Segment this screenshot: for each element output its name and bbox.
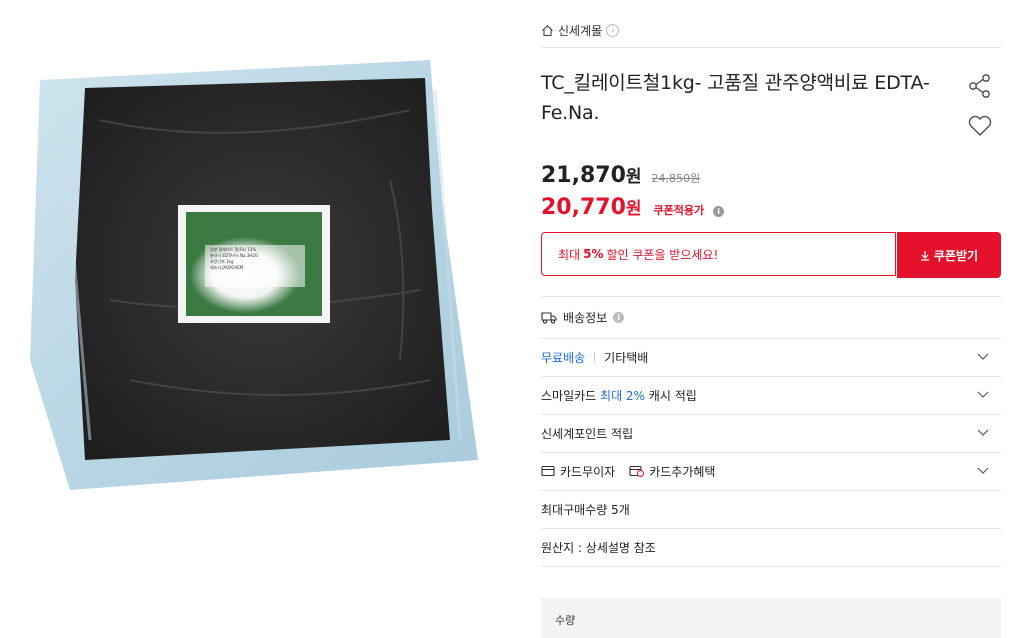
product-label-text: 성분 킬레이트 철(Fe) 13% 분자식 EDTA-Fe.Na.3H2O 포장… <box>210 247 305 271</box>
product-title: TC_킬레이트철1kg- 고품질 관주양액비료 EDTA-Fe.Na. <box>541 72 930 124</box>
truck-icon <box>541 312 557 324</box>
get-coupon-button[interactable]: 쿠폰받기 <box>897 232 1001 278</box>
chevron-down-icon <box>977 429 989 436</box>
share-button[interactable] <box>966 72 994 100</box>
card-icon <box>541 465 555 477</box>
card-extra-label: 카드추가혜택 <box>649 464 716 479</box>
smile-card-row[interactable]: 스마일카드 최대 2% 캐시 적립 <box>541 377 1001 413</box>
origin-label: 원산지 : 상세설명 참조 <box>541 540 656 555</box>
sale-price-unit: 원 <box>625 167 642 187</box>
divider <box>541 47 1001 48</box>
quantity-label: 수량 <box>555 614 576 627</box>
chevron-down-icon <box>977 353 989 360</box>
download-icon <box>920 250 929 261</box>
origin-row: 원산지 : 상세설명 참조 <box>541 529 1001 565</box>
smile-card-suffix: 캐시 적립 <box>648 388 697 403</box>
free-shipping-label: 무료배송 <box>541 350 586 365</box>
label-value: JAOXCHEM <box>222 265 244 270</box>
heart-icon <box>968 115 992 136</box>
coupon-banner-suffix: 할인 쿠폰을 받으세요! <box>606 247 719 262</box>
label-key: 포장단위 <box>210 259 225 264</box>
coupon-banner-prefix: 최대 <box>558 247 581 262</box>
home-icon <box>542 25 553 37</box>
shipping-info: 배송정보 i <box>541 309 625 326</box>
sale-price: 21,870원 24,850원 <box>541 162 700 188</box>
sale-price-value: 21,870 <box>541 163 626 188</box>
coupon-price-value: 20,770 <box>541 195 626 220</box>
quantity-section: 수량 <box>541 598 1001 638</box>
max-purchase-row: 최대구매수량 5개 <box>541 491 1001 527</box>
label-key: 성분 <box>210 247 218 252</box>
store-link[interactable]: 신세계몰 › <box>541 22 620 39</box>
chevron-down-icon <box>977 391 989 398</box>
wishlist-button[interactable] <box>966 112 994 140</box>
label-key: 제조사 <box>210 265 222 270</box>
coupon-price: 20,770원 쿠폰적용가 i <box>541 194 725 220</box>
card-benefit-row[interactable]: 카드무이자 카드추가혜택 <box>541 453 1001 489</box>
max-purchase-label: 최대구매수량 5개 <box>541 502 630 517</box>
card-installment-label: 카드무이자 <box>560 464 616 479</box>
info-icon[interactable]: i <box>613 312 625 323</box>
ssg-point-row[interactable]: 신세계포인트 적립 <box>541 415 1001 451</box>
ssg-point-label: 신세계포인트 적립 <box>541 426 634 441</box>
separator <box>594 351 596 363</box>
label-value: 1kg <box>226 259 234 264</box>
chevron-right-circle-icon: › <box>606 24 620 37</box>
card-plus-icon <box>629 465 645 477</box>
original-price: 24,850원 <box>651 172 701 185</box>
share-icon <box>969 74 990 98</box>
product-image[interactable]: 성분 킬레이트 철(Fe) 13% 분자식 EDTA-Fe.Na.3H2O 포장… <box>30 60 480 490</box>
label-value: EDTA-Fe.Na.3H2O <box>222 253 258 258</box>
courier-label: 기타택배 <box>604 350 649 365</box>
divider <box>541 296 1001 297</box>
coupon-price-unit: 원 <box>625 199 642 219</box>
coupon-price-label: 쿠폰적용가 <box>653 204 705 217</box>
chevron-down-icon <box>977 467 989 474</box>
get-coupon-label: 쿠폰받기 <box>933 248 979 263</box>
coupon-banner[interactable]: 최대 5% 할인 쿠폰을 받으세요! <box>541 232 896 276</box>
smile-card-max: 최대 2% <box>600 388 645 403</box>
divider <box>541 566 1001 567</box>
label-key: 분자식 <box>210 253 222 258</box>
coupon-banner-percent: 5% <box>583 247 604 261</box>
label-value: 킬레이트 철(Fe) 13% <box>218 247 257 252</box>
info-icon[interactable]: i <box>713 206 725 217</box>
shipping-label: 배송정보 <box>563 311 608 325</box>
store-name: 신세계몰 <box>558 24 603 38</box>
shipping-row[interactable]: 무료배송 기타택배 <box>541 339 1001 375</box>
smile-card-label: 스마일카드 <box>541 388 597 403</box>
